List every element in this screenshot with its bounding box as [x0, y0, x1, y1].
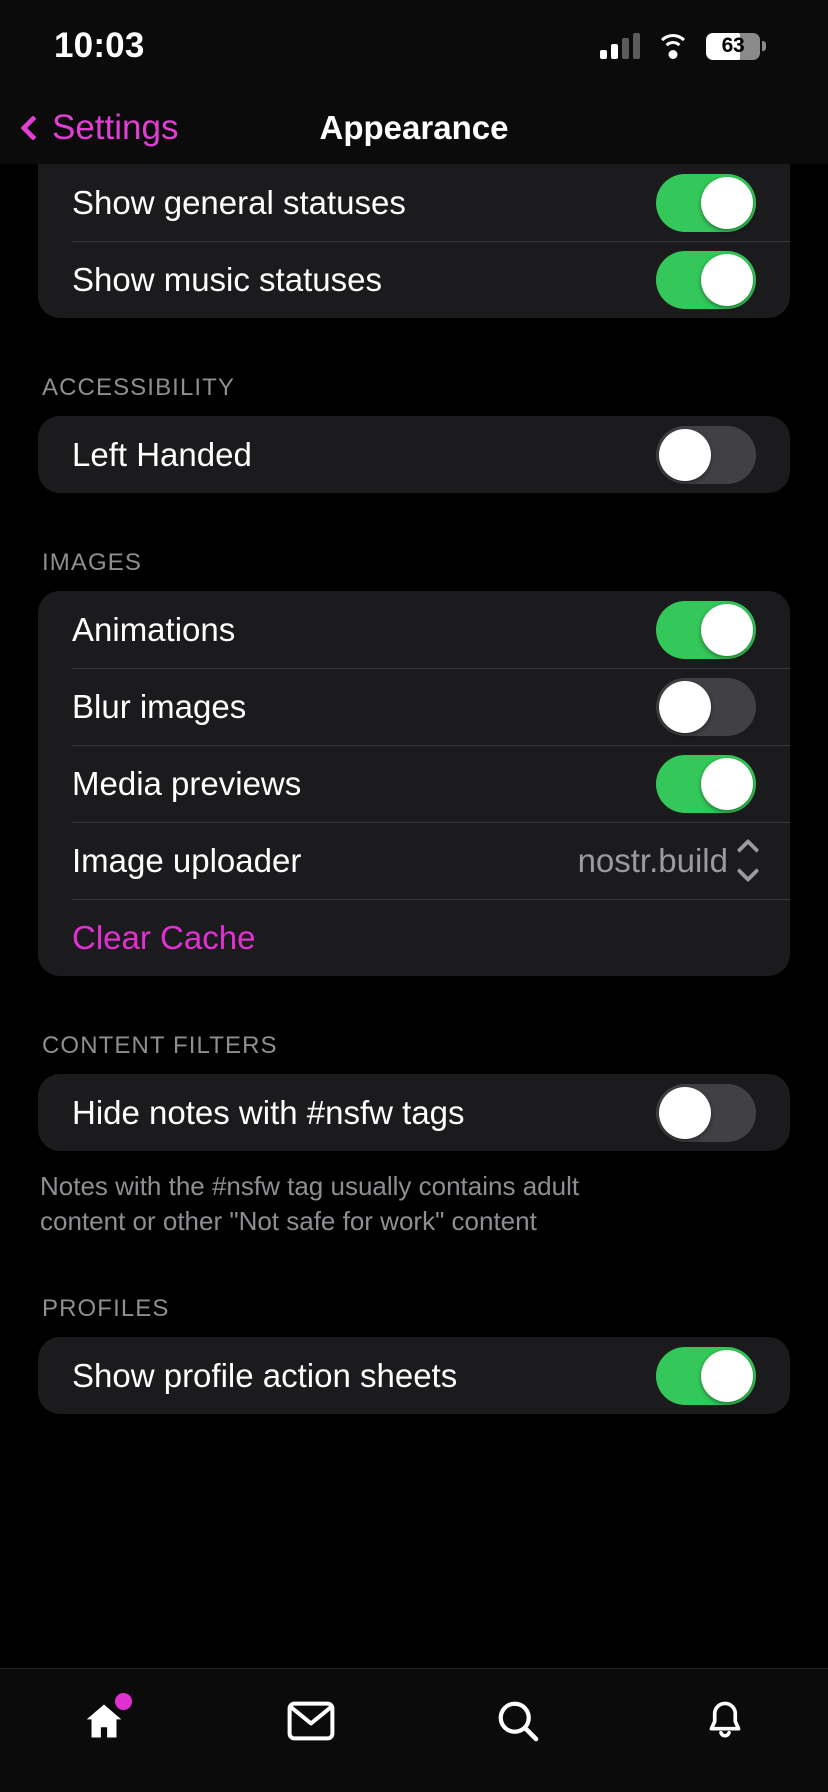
home-badge-dot: [114, 1693, 132, 1710]
settings-row[interactable]: Hide notes with #nsfw tags: [38, 1074, 790, 1151]
back-button[interactable]: Settings: [0, 108, 178, 148]
settings-row-label: Show general statuses: [72, 183, 406, 221]
settings-row[interactable]: Show music statuses: [38, 241, 790, 318]
toggle-knob: [659, 428, 711, 481]
settings-row[interactable]: Image uploader nostr.build: [38, 822, 790, 899]
status-bar-time: 10:03: [54, 26, 145, 65]
picker-value: nostr.build: [577, 841, 728, 879]
toggle-knob: [701, 603, 753, 656]
picker-control[interactable]: nostr.build: [577, 838, 760, 883]
toggle-knob: [701, 253, 753, 306]
toggle-knob: [701, 757, 753, 810]
battery-tip: [762, 41, 766, 51]
tab-search[interactable]: [476, 1691, 560, 1751]
settings-row[interactable]: Media previews: [38, 745, 790, 822]
section-header: ACCESSIBILITY: [42, 374, 236, 401]
toggle-knob: [701, 1349, 753, 1402]
battery-indicator: 63: [706, 32, 766, 60]
settings-row-label: Media previews: [72, 764, 302, 802]
section-header: PROFILES: [42, 1295, 170, 1323]
settings-row[interactable]: Show general statuses: [38, 164, 790, 241]
toggle-switch[interactable]: [656, 600, 756, 659]
settings-row[interactable]: Blur images: [38, 668, 790, 745]
mail-icon: [287, 1701, 334, 1741]
settings-group: Hide notes with #nsfw tags: [38, 1074, 790, 1151]
toggle-switch[interactable]: [656, 173, 756, 232]
settings-row-label: Image uploader: [72, 841, 302, 879]
settings-group: Show profile action sheets: [38, 1337, 790, 1415]
toggle-knob: [659, 680, 711, 733]
settings-row[interactable]: Animations: [38, 591, 790, 668]
back-button-label: Settings: [52, 108, 179, 147]
settings-group: Animations Blur images Media previews Image…: [38, 591, 790, 976]
status-bar: 10:03 63: [0, 0, 828, 92]
settings-row-label: Hide notes with #nsfw tags: [72, 1093, 465, 1131]
settings-row[interactable]: Show profile action sheets: [38, 1337, 790, 1414]
settings-row[interactable]: Left Handed: [38, 416, 790, 493]
settings-group: Left Handed: [38, 416, 790, 493]
wifi-icon: [656, 33, 690, 59]
chevron-left-icon: [20, 115, 46, 141]
toggle-switch[interactable]: [656, 677, 756, 736]
cellular-bars-icon: [600, 33, 640, 59]
toggle-switch[interactable]: [656, 250, 756, 309]
bell-icon: [709, 1701, 740, 1738]
settings-row-label: Animations: [72, 610, 236, 648]
section-header: CONTENT FILTERS: [42, 1032, 278, 1059]
tab-messages[interactable]: [269, 1691, 353, 1751]
search-icon: [498, 1701, 538, 1742]
settings-scroll-view[interactable]: Show general statuses Show music statuses…: [0, 164, 828, 1668]
battery-percent-label: 63: [721, 34, 745, 57]
phone-screen: 10:03 63 Settings Appearance Show genera…: [0, 0, 828, 1792]
toggle-knob: [659, 1086, 711, 1139]
toggle-switch[interactable]: [656, 1083, 756, 1142]
toggle-switch[interactable]: [656, 754, 756, 813]
navigation-bar: Settings Appearance: [0, 92, 828, 164]
settings-row-label: Blur images: [72, 687, 247, 725]
settings-row-label: Show profile action sheets: [72, 1356, 458, 1394]
section-footnote: Notes with the #nsfw tag usually contain…: [40, 1171, 580, 1237]
chevron-up-down-icon: [736, 838, 760, 883]
section-header: IMAGES: [42, 549, 142, 576]
settings-row[interactable]: Clear Cache: [38, 899, 790, 976]
settings-row-label: Clear Cache: [72, 918, 256, 956]
toggle-knob: [701, 176, 753, 229]
settings-row-label: Left Handed: [72, 435, 252, 473]
status-bar-indicators: 63: [600, 32, 766, 60]
battery-icon: 63: [706, 32, 760, 60]
settings-row-label: Show music statuses: [72, 260, 382, 298]
toggle-switch[interactable]: [656, 425, 756, 484]
tab-home[interactable]: [62, 1691, 146, 1751]
settings-group: Show general statuses Show music statuses: [38, 164, 790, 318]
tab-bar: [0, 1668, 828, 1792]
toggle-switch[interactable]: [656, 1346, 756, 1405]
tab-notifications[interactable]: [683, 1691, 767, 1751]
